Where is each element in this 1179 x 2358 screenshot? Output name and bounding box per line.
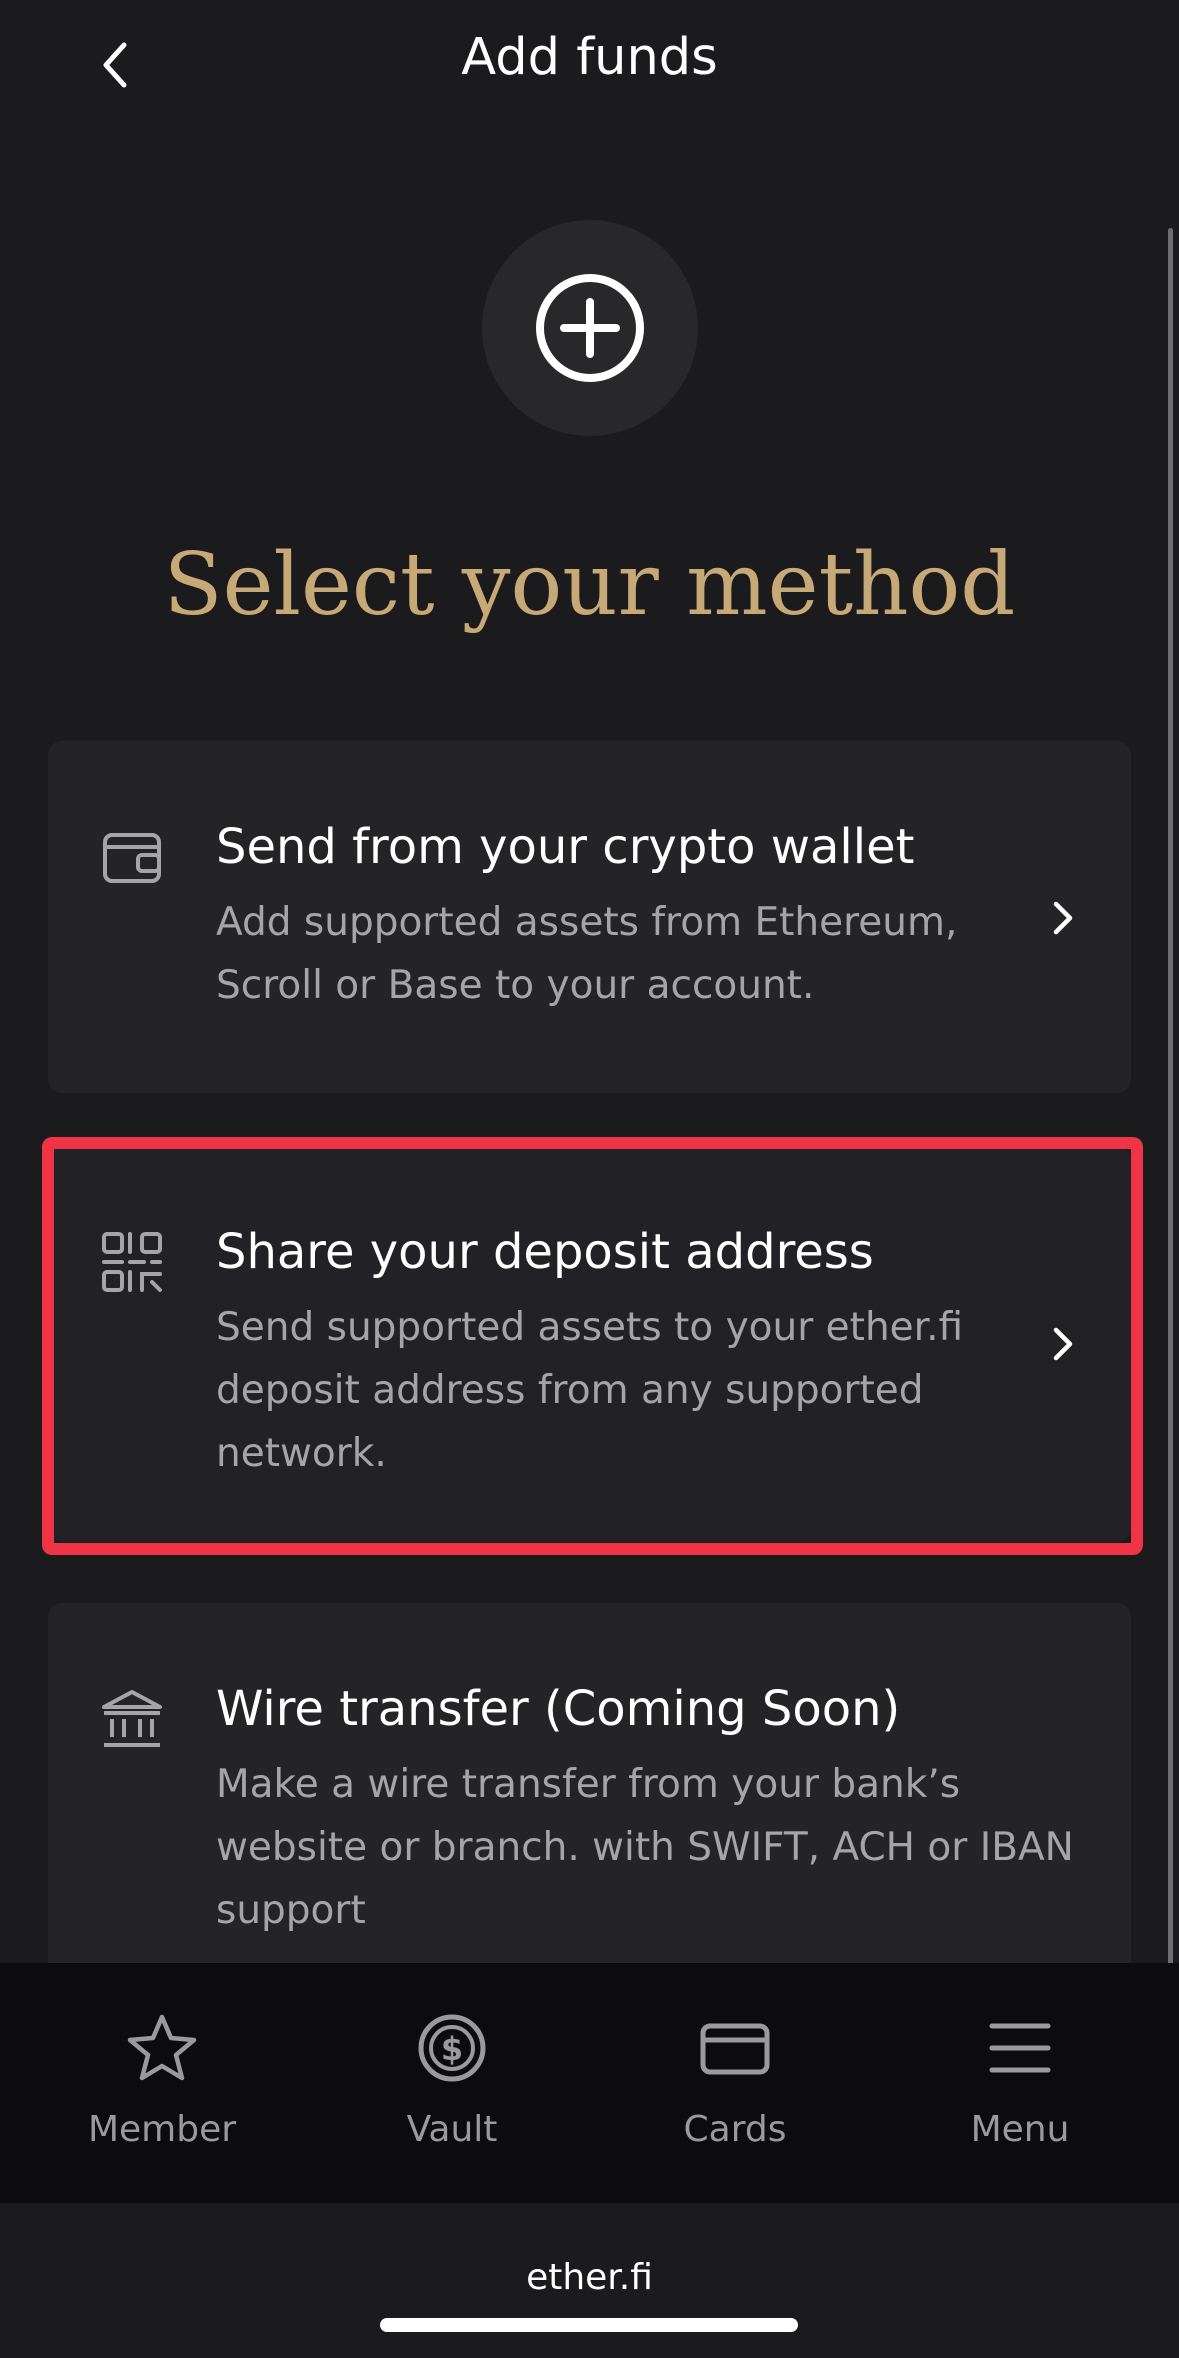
svg-text:$: $ <box>441 2030 463 2068</box>
star-icon <box>127 2014 197 2081</box>
plus-circle-icon <box>536 274 644 382</box>
bank-icon <box>102 1690 162 1747</box>
tab-cards[interactable]: Cards <box>635 1963 835 2203</box>
method-description: Add supported assets from Ethereum, Scro… <box>216 900 958 1008</box>
section-title: Select your method <box>163 535 1016 635</box>
scrollbar[interactable] <box>1168 228 1173 2050</box>
wallet-icon <box>103 833 161 883</box>
method-crypto-wallet[interactable]: Send from your crypto wallet Add support… <box>48 741 1131 1093</box>
chevron-right-icon <box>1053 1327 1073 1361</box>
dollar-circle-icon: $ <box>418 2014 486 2082</box>
browser-url-bar[interactable]: ether.fi <box>0 2203 1179 2358</box>
home-indicator[interactable] <box>380 2318 798 2332</box>
tab-member[interactable]: Member <box>62 1963 262 2203</box>
tab-bar: Member $ Vault Cards Menu <box>0 1963 1179 2203</box>
tab-menu[interactable]: Menu <box>920 1963 1120 2203</box>
add-funds-badge <box>482 220 698 436</box>
method-title: Share your deposit address <box>216 1224 874 1280</box>
chevron-right-icon <box>1053 901 1073 935</box>
page-title: Add funds <box>461 28 718 87</box>
method-description: Send supported assets to your ether.fi d… <box>216 1305 964 1476</box>
card-icon <box>700 2023 770 2075</box>
menu-icon <box>989 2023 1051 2073</box>
tab-label: Vault <box>406 2109 498 2150</box>
tab-label: Menu <box>970 2109 1070 2150</box>
method-title: Send from your crypto wallet <box>216 819 915 875</box>
url-text: ether.fi <box>526 2257 653 2298</box>
tab-label: Member <box>87 2109 237 2150</box>
tab-label: Cards <box>683 2109 787 2150</box>
method-deposit-address[interactable]: Share your deposit address Send supporte… <box>48 1146 1131 1542</box>
method-wire-transfer[interactable]: Wire transfer (Coming Soon) Make a wire … <box>48 1603 1131 2023</box>
header: Add funds <box>0 0 1179 130</box>
method-title: Wire transfer (Coming Soon) <box>216 1681 901 1737</box>
method-description: Make a wire transfer from your bank’s we… <box>216 1762 1074 1933</box>
tab-vault[interactable]: $ Vault <box>352 1963 552 2203</box>
qr-code-icon <box>102 1232 162 1292</box>
